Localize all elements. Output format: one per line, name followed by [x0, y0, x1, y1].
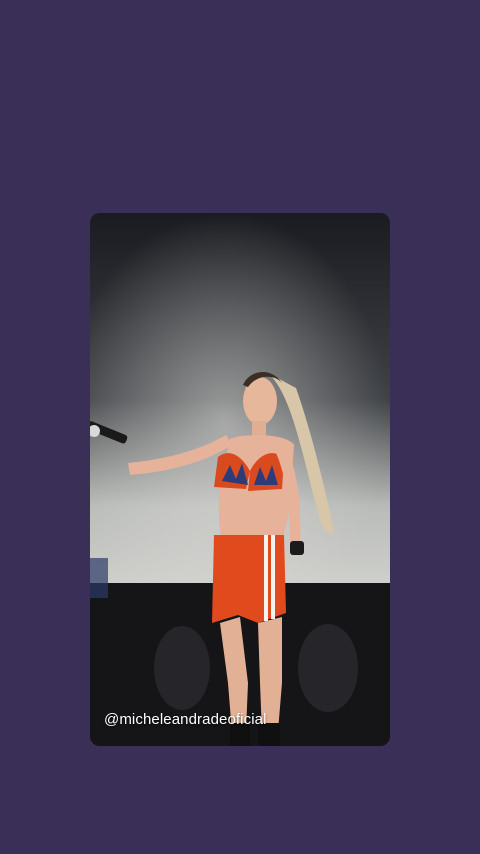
mention-tag[interactable]: @micheleandradeoficial — [104, 711, 267, 728]
stage-photo — [90, 213, 390, 746]
story-card[interactable]: @micheleandradeoficial — [90, 213, 390, 746]
